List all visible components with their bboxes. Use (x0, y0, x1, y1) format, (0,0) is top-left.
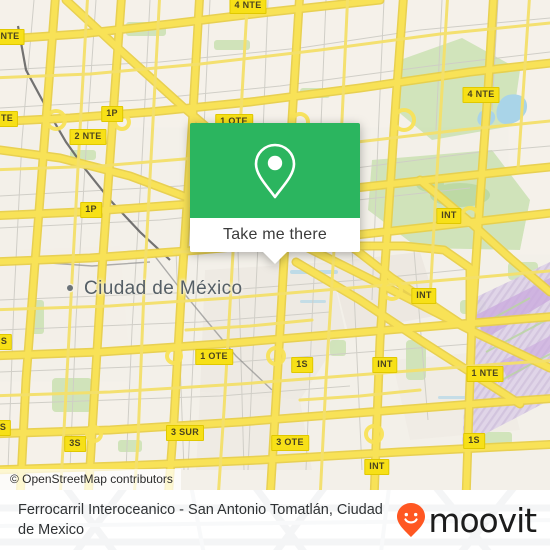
road-shield: 4 NTE (462, 87, 500, 103)
moovit-wordmark: moovit (428, 500, 537, 540)
road-shield: 1S (291, 357, 313, 373)
popup-header (190, 123, 360, 218)
bottom-info-bar: Ferrocarril Interoceanico - San Antonio … (0, 490, 550, 550)
location-title: Ferrocarril Interoceanico - San Antonio … (18, 502, 383, 538)
road-shield: 1S (463, 433, 485, 449)
road-shield: NTE (0, 29, 25, 45)
location-pin-icon (254, 143, 296, 198)
road-shield: 4 NTE (229, 0, 267, 14)
moovit-smiley-pin-icon (397, 503, 426, 537)
map-attribution: © OpenStreetMap contributors (0, 469, 181, 490)
road-shield: 3 SUR (165, 425, 205, 441)
popup-pointer-tail (262, 251, 288, 264)
road-shield: 3S (64, 436, 86, 452)
road-shield: TE (0, 111, 19, 127)
location-popup-card[interactable]: Take me there (190, 123, 360, 264)
road-shield: INT (436, 208, 462, 224)
moovit-map-screen: Ciudad de México NTE 4 NTE 4 NTE 1P 2 NTE TE 1… (0, 0, 550, 550)
road-shield: 1P (80, 202, 102, 218)
road-shield: INT (364, 459, 390, 475)
moovit-logo[interactable]: moovit (396, 500, 537, 540)
road-shield: 3 OTE (271, 435, 309, 451)
road-shield: INT (411, 288, 437, 304)
road-shield: 1 OTE (195, 349, 233, 365)
road-shield: 1P (101, 106, 123, 122)
road-shield: INT (372, 357, 398, 373)
road-shield: S (0, 420, 12, 436)
city-label: Ciudad de México (84, 278, 243, 299)
road-shield: S (0, 334, 13, 350)
road-shield: 2 NTE (69, 129, 107, 145)
take-me-there-button[interactable]: Take me there (190, 218, 360, 252)
road-shield: 1 NTE (466, 366, 504, 382)
city-marker-dot (67, 285, 73, 291)
